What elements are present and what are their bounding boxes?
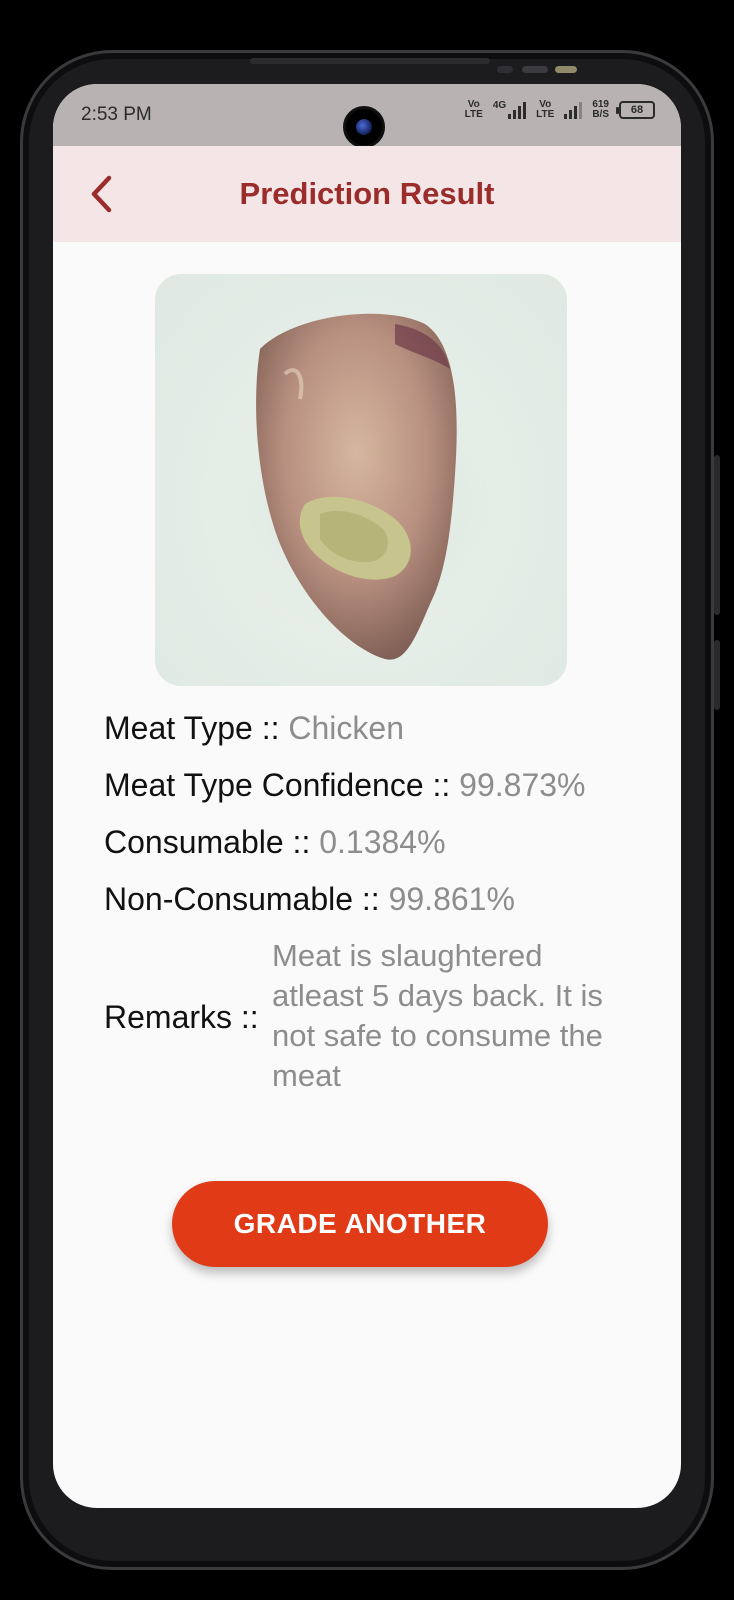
app-bar: Prediction Result	[53, 146, 681, 242]
notification-led	[555, 66, 577, 73]
proximity-sensor	[497, 66, 513, 73]
chevron-left-icon	[91, 175, 112, 213]
front-camera	[343, 106, 385, 148]
speaker-grille	[250, 58, 490, 64]
meat-sample-image	[155, 274, 567, 686]
confidence-value: 99.873%	[459, 767, 586, 803]
meat-type-value: Chicken	[288, 710, 404, 746]
remarks-label: Remarks ::	[104, 999, 259, 1035]
volume-button	[714, 455, 720, 615]
status-time: 2:53 PM	[81, 104, 152, 125]
volte-indicator-2: Vo LTE	[536, 99, 555, 120]
remarks-value: Meat is slaughtered atleast 5 days back.…	[272, 938, 603, 1093]
screen: 2:53 PM Vo LTE 4G Vo LTE 619 B/S 68 Pred…	[53, 84, 681, 1508]
back-button[interactable]	[83, 174, 119, 214]
consumable-value: 0.1384%	[319, 824, 446, 860]
light-sensor	[522, 66, 548, 73]
status-icons: Vo LTE 4G Vo LTE 619 B/S 68	[465, 100, 655, 120]
non-consumable-value: 99.861%	[388, 881, 515, 917]
battery-icon: 68	[616, 101, 655, 119]
network-speed: 619 B/S	[592, 99, 609, 120]
power-button	[714, 640, 720, 710]
meat-type-row: Meat Type :: Chicken	[104, 710, 404, 746]
signal-icon-2	[564, 101, 583, 119]
page-title: Prediction Result	[239, 176, 495, 211]
grade-another-button[interactable]: GRADE ANOTHER	[172, 1181, 548, 1267]
volte-indicator-1: Vo LTE	[464, 99, 483, 120]
consumable-row: Consumable :: 0.1384%	[104, 824, 446, 860]
confidence-row: Meat Type Confidence :: 99.873%	[104, 767, 586, 803]
non-consumable-row: Non-Consumable :: 99.861%	[104, 881, 515, 917]
signal-icon-1: 4G	[493, 101, 527, 119]
